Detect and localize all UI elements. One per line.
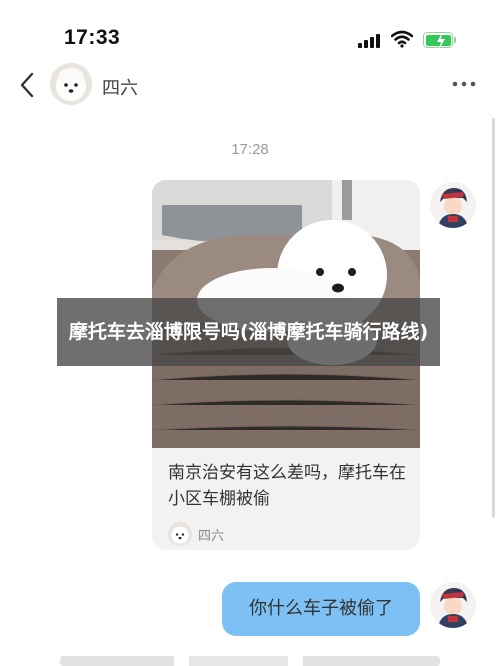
status-bar: 17:33 bbox=[0, 0, 500, 62]
author-avatar bbox=[168, 522, 192, 546]
scrollbar[interactable] bbox=[492, 118, 495, 518]
self-avatar[interactable] bbox=[430, 582, 476, 628]
author-name: 四六 bbox=[198, 529, 225, 544]
chevron-left-icon[interactable] bbox=[18, 72, 36, 98]
battery-level bbox=[425, 32, 451, 49]
contact-avatar[interactable] bbox=[50, 63, 92, 105]
partial-message-text bbox=[60, 656, 440, 666]
status-time: 17:33 bbox=[64, 26, 121, 49]
wifi-icon bbox=[391, 30, 413, 48]
charging-bolt-icon bbox=[436, 32, 445, 49]
battery-cap bbox=[454, 37, 456, 43]
cellular-signal-icon bbox=[358, 34, 380, 48]
overlay-title-banner: 摩托车去淄博限号吗(淄博摩托车骑行路线) bbox=[57, 298, 440, 366]
ellipsis-icon[interactable] bbox=[452, 81, 476, 87]
post-caption: 南京治安有这么差吗，摩托车在小区车棚被偷 bbox=[168, 463, 406, 509]
battery-icon bbox=[423, 32, 453, 49]
reply-message-bubble[interactable]: 你什么车子被偷了 bbox=[222, 582, 420, 636]
chat-header: 四六 bbox=[0, 62, 500, 112]
message-timestamp: 17:28 bbox=[231, 141, 269, 158]
self-avatar[interactable] bbox=[430, 182, 476, 228]
contact-name: 四六 bbox=[102, 78, 138, 99]
overlay-title: 摩托车去淄博限号吗(淄博摩托车骑行路线) bbox=[68, 321, 429, 343]
